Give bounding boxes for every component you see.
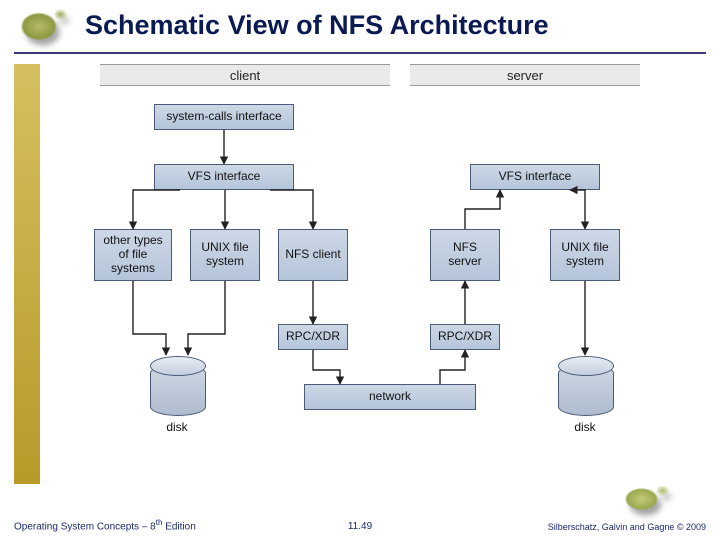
node-other-fs: other types of file systems — [94, 229, 172, 281]
node-syscalls: system-calls interface — [154, 104, 294, 130]
page-title: Schematic View of NFS Architecture — [85, 10, 549, 41]
footer-copyright: Silberschatz, Galvin and Gagne © 2009 — [548, 522, 706, 532]
node-rpc-server: RPC/XDR — [430, 324, 500, 350]
node-rpc-client: RPC/XDR — [278, 324, 348, 350]
node-unix-server: UNIX file system — [550, 229, 620, 281]
title-underline — [14, 52, 706, 54]
node-unix-client: UNIX file system — [190, 229, 260, 281]
accent-strip — [14, 64, 40, 484]
dinosaur-icon — [610, 476, 680, 518]
disk-client-icon — [150, 364, 206, 416]
node-nfs-client: NFS client — [278, 229, 348, 281]
disk-client-label: disk — [150, 420, 204, 434]
node-nfs-server: NFS server — [430, 229, 500, 281]
disk-server-label: disk — [558, 420, 612, 434]
disk-server-icon — [558, 364, 614, 416]
nfs-diagram: client server system-calls interface VFS… — [80, 64, 660, 484]
dinosaur-icon — [10, 0, 82, 48]
column-header-client: client — [100, 64, 390, 86]
node-network: network — [304, 384, 476, 410]
column-header-server: server — [410, 64, 640, 86]
node-vfs-client: VFS interface — [154, 164, 294, 190]
node-vfs-server: VFS interface — [470, 164, 600, 190]
slide: Schematic View of NFS Architecture clien… — [0, 0, 720, 540]
